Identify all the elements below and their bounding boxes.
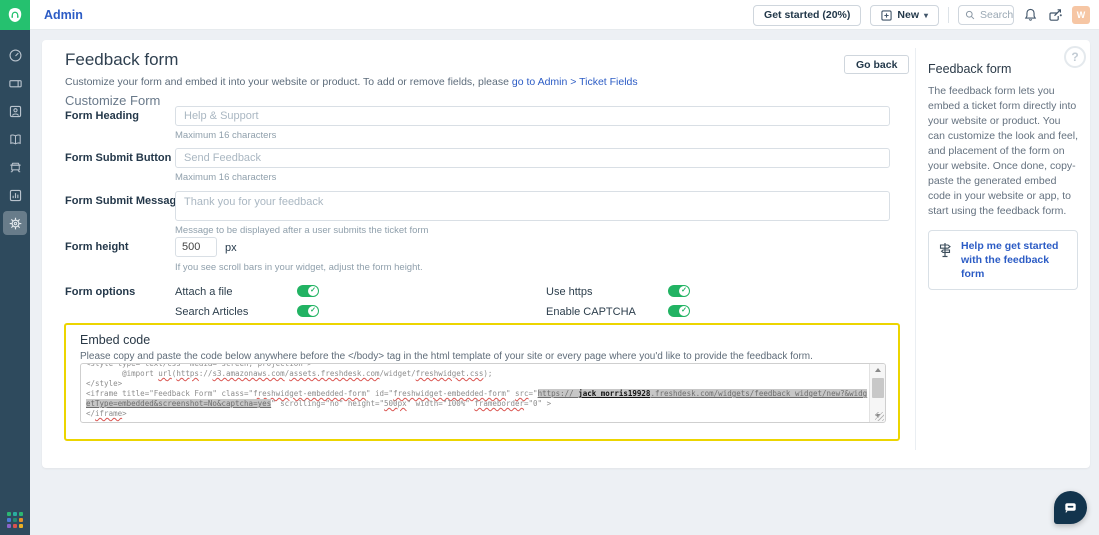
app-grid-dot <box>7 524 11 528</box>
form-options-grid: Attach a file Use https Search Articles … <box>175 283 890 323</box>
form-submit-button-helper: Maximum 16 characters <box>175 172 276 183</box>
textarea-resize-grip[interactable] <box>875 412 884 421</box>
toggle-switch[interactable] <box>668 285 690 297</box>
sidebar-item-dashboard[interactable] <box>3 43 27 67</box>
help-panel-title: Feedback form <box>928 62 1080 76</box>
contacts-icon <box>8 104 23 119</box>
sidebar-item-admin[interactable] <box>3 211 27 235</box>
user-avatar[interactable]: W <box>1072 6 1090 24</box>
customize-form-section-label: Customize Form <box>65 93 160 108</box>
sidebar-item-reports[interactable] <box>3 183 27 207</box>
toggle-knob-check-icon <box>308 306 318 316</box>
app-switcher-grid-icon[interactable] <box>7 512 23 528</box>
form-height-label: Form height <box>65 241 129 253</box>
embed-code-description: Please copy and paste the code below any… <box>80 351 813 362</box>
form-submit-message-label: Form Submit Message <box>65 195 182 207</box>
main-card: Feedback form Customize your form and em… <box>42 40 1090 468</box>
form-options-label: Form options <box>65 286 135 298</box>
embed-code-text[interactable]: <style type="text/css" media="screen, pr… <box>86 364 868 419</box>
app-grid-dot <box>19 524 23 528</box>
topbar-divider <box>948 7 949 23</box>
sidebar-item-tickets[interactable] <box>3 71 27 95</box>
embed-code-title: Embed code <box>80 333 150 347</box>
chat-bubble-icon <box>1062 499 1079 516</box>
new-plus-icon <box>881 10 892 21</box>
go-back-button[interactable]: Go back <box>844 55 909 74</box>
admin-gear-icon <box>8 216 23 231</box>
freshdesk-logo-icon[interactable] <box>0 0 30 30</box>
toggle-knob-check-icon <box>308 286 318 296</box>
app-grid-dot <box>19 518 23 522</box>
form-height-input[interactable] <box>175 237 217 257</box>
signpost-icon <box>937 241 953 259</box>
tickets-icon <box>8 76 23 91</box>
forums-icon <box>8 160 23 175</box>
help-panel-body: The feedback form lets you embed a ticke… <box>928 84 1080 219</box>
sidebar-item-solutions[interactable] <box>3 127 27 151</box>
topbar: Admin Get started (20%) New ▾ Search <box>0 0 1099 30</box>
sidebar-item-forums[interactable] <box>3 155 27 179</box>
form-height-unit: px <box>225 242 237 254</box>
toggle-knob-check-icon <box>679 286 689 296</box>
get-started-button[interactable]: Get started (20%) <box>753 5 861 26</box>
chat-launcher-button[interactable] <box>1054 491 1087 524</box>
dashboard-icon <box>8 48 23 63</box>
page-title: Feedback form <box>65 50 178 70</box>
app-grid-dot <box>19 512 23 516</box>
toggle-switch[interactable] <box>297 305 319 317</box>
form-heading-helper: Maximum 16 characters <box>175 130 276 141</box>
page-subtitle: Customize your form and embed it into yo… <box>65 76 638 88</box>
scrollbar-thumb[interactable] <box>872 378 884 398</box>
search-input[interactable]: Search <box>958 5 1014 25</box>
form-submit-button-input[interactable] <box>175 148 890 168</box>
app-grid-dot <box>13 512 17 516</box>
help-get-started-card[interactable]: Help me get started with the feedback fo… <box>928 230 1078 290</box>
scrollbar-up-arrow-icon[interactable] <box>870 364 886 376</box>
option-search-articles: Search Articles <box>175 303 546 323</box>
form-heading-label: Form Heading <box>65 110 139 122</box>
app-grid-dot <box>13 524 17 528</box>
new-button[interactable]: New ▾ <box>870 5 939 26</box>
embed-code-scroll-area[interactable]: <style type="text/css" media="screen, pr… <box>86 364 868 422</box>
reports-icon <box>8 188 23 203</box>
form-submit-message-textarea[interactable] <box>175 191 890 221</box>
ticket-fields-link[interactable]: go to Admin > Ticket Fields <box>512 76 638 88</box>
toggle-knob-check-icon <box>679 306 689 316</box>
topbar-actions: Get started (20%) New ▾ Search <box>753 0 1090 30</box>
search-icon <box>965 10 975 20</box>
sidebar-item-contacts[interactable] <box>3 99 27 123</box>
form-submit-button-label: Form Submit Button <box>65 152 171 164</box>
sidebar <box>0 30 30 535</box>
app-grid-dot <box>7 518 11 522</box>
form-height-helper: If you see scroll bars in your widget, a… <box>175 262 423 273</box>
option-enable-captcha: Enable CAPTCHA <box>546 303 890 323</box>
toggle-switch[interactable] <box>297 285 319 297</box>
whats-new-icon[interactable] <box>1047 7 1063 23</box>
app-grid-dot <box>13 518 17 522</box>
help-get-started-link: Help me get started with the feedback fo… <box>961 239 1069 281</box>
page-breadcrumb-admin: Admin <box>44 8 83 22</box>
notifications-bell-icon[interactable] <box>1023 7 1038 23</box>
app-grid-dot <box>7 512 11 516</box>
embed-code-box[interactable]: <style type="text/css" media="screen, pr… <box>80 363 886 423</box>
toggle-switch[interactable] <box>668 305 690 317</box>
chevron-down-icon: ▾ <box>924 11 928 20</box>
option-attach-a-file: Attach a file <box>175 283 546 303</box>
screen: Admin Get started (20%) New ▾ Search <box>0 0 1099 535</box>
option-use-https: Use https <box>546 283 890 303</box>
solutions-book-icon <box>8 132 23 147</box>
help-question-mark-icon[interactable]: ? <box>1064 46 1086 68</box>
form-heading-input[interactable] <box>175 106 890 126</box>
embed-code-section: Embed code Please copy and paste the cod… <box>64 323 900 441</box>
help-panel: ? Feedback form The feedback form lets y… <box>915 48 1090 450</box>
form-submit-message-helper: Message to be displayed after a user sub… <box>175 225 428 236</box>
